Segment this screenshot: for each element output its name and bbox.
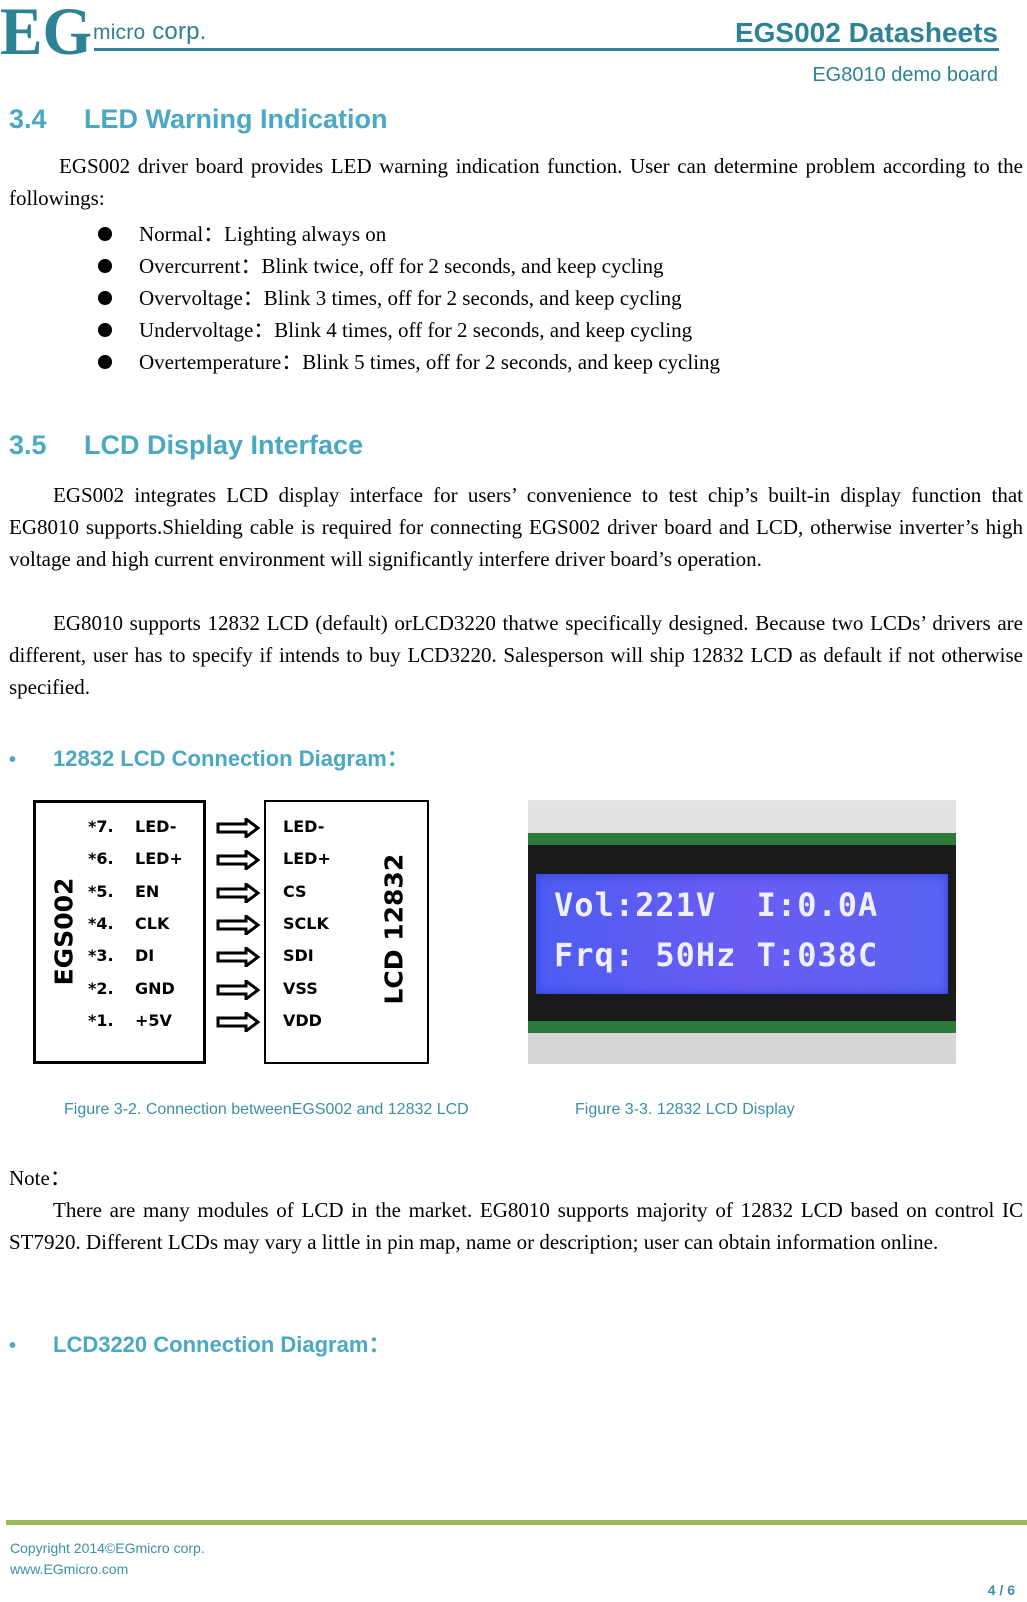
- arrow-right-icon: [216, 947, 260, 968]
- egs002-pin-row: *1. +5V: [88, 1011, 172, 1030]
- arrow-right-icon: [216, 850, 260, 871]
- lcd-display-photo: Vol:221V I:0.0A Frq: 50Hz T:038C: [528, 800, 956, 1064]
- egs002-label: EGS002: [49, 877, 79, 986]
- egs002-pin-row: *2. GND: [88, 979, 175, 998]
- page-number: 4 / 6: [987, 1582, 1015, 1598]
- pin-name: EN: [135, 881, 160, 901]
- section-number: 3.4: [9, 104, 47, 134]
- lcd-line-2: Frq: 50Hz T:038C: [554, 936, 879, 974]
- lcd-pin-name: CS: [283, 881, 307, 901]
- paragraph-text: EG8010 supports 12832 LCD (default) orLC…: [9, 611, 1023, 699]
- egs002-box: EGS002 *7. LED- *6. LED+ *5. EN *4. CLK *3. DI *2.…: [33, 800, 206, 1064]
- egs002-pin-row: *5. EN: [88, 882, 159, 901]
- section-3-5-heading: 3.5 LCD Display Interface: [9, 430, 363, 461]
- lcd-pin-name: VSS: [283, 978, 318, 998]
- list-item-text: Normal：Lighting always on: [139, 222, 387, 246]
- figure-3-3-caption: Figure 3-3. 12832 LCD Display: [575, 1101, 795, 1118]
- pin-number: *7.: [88, 817, 114, 836]
- paragraph-text: EGS002 integrates LCD display interface …: [9, 483, 1023, 571]
- pin-number: *5.: [88, 881, 114, 901]
- note-label: Note：: [9, 1166, 71, 1190]
- section-3-5-paragraph-1: EGS002 integrates LCD display interface …: [9, 479, 1023, 575]
- footer-copyright: Copyright 2014©EGmicro corp.: [10, 1540, 205, 1556]
- lcd12832-box: LED- LED+ CS SCLK SDI VSS VDD LCD 12832: [264, 800, 429, 1064]
- lcd-pin-name: LED+: [283, 849, 331, 869]
- list-item: Overtemperature：Blink 5 times, off for 2…: [96, 346, 720, 378]
- lcd12832-label: LCD 12832: [379, 853, 409, 1005]
- egs002-pin-row: *7. LED-: [88, 817, 176, 836]
- bullet-icon: [98, 227, 112, 241]
- egs002-pin-row: *4. CLK: [88, 914, 169, 933]
- pin-name: CLK: [135, 913, 170, 933]
- subheading-3220-diagram: • LCD3220 Connection Diagram：: [9, 1327, 390, 1359]
- arrow-right-icon: [216, 882, 260, 903]
- section-3-4-intro: EGS002 driver board provides LED warning…: [9, 150, 1023, 214]
- bullet-icon: [98, 355, 112, 369]
- pin-name: +5V: [135, 1010, 172, 1030]
- subheading-text: LCD3220 Connection Diagram：: [53, 1332, 391, 1357]
- list-item-text: Overcurrent：Blink twice, off for 2 secon…: [139, 254, 664, 278]
- led-warning-list: Normal：Lighting always on Overcurrent：Bl…: [96, 218, 720, 378]
- list-item-text: Overtemperature：Blink 5 times, off for 2…: [139, 350, 721, 374]
- list-item: Overcurrent：Blink twice, off for 2 secon…: [96, 250, 720, 282]
- list-item-text: Overvoltage：Blink 3 times, off for 2 sec…: [139, 286, 682, 310]
- section-3-5-paragraph-2: EG8010 supports 12832 LCD (default) orLC…: [9, 607, 1023, 703]
- pin-number: *4.: [88, 913, 114, 933]
- section-title: LED Warning Indication: [84, 104, 388, 134]
- footer-rule: [6, 1520, 1027, 1525]
- bullet-icon: [98, 323, 112, 337]
- pin-number: *3.: [88, 946, 114, 966]
- pin-number: *6.: [88, 849, 114, 869]
- arrow-right-icon: [216, 979, 260, 1000]
- egs002-pin-row: *3. DI: [88, 946, 154, 965]
- company-micro: micro: [93, 21, 146, 44]
- pin-name: GND: [135, 978, 175, 998]
- list-item: Overvoltage：Blink 3 times, off for 2 sec…: [96, 282, 720, 314]
- list-item: Undervoltage：Blink 4 times, off for 2 se…: [96, 314, 720, 346]
- list-item: Normal：Lighting always on: [96, 218, 720, 250]
- egs002-pin-row: *6. LED+: [88, 849, 183, 868]
- intro-text: EGS002 driver board provides LED warning…: [9, 154, 1023, 210]
- note-text: There are many modules of LCD in the mar…: [9, 1198, 1023, 1254]
- subheading-text: 12832 LCD Connection Diagram：: [53, 746, 409, 771]
- section-3-4-heading: 3.4 LED Warning Indication: [9, 104, 388, 135]
- lcd-screen: Vol:221V I:0.0A Frq: 50Hz T:038C: [536, 874, 948, 994]
- bullet-icon: [98, 291, 112, 305]
- pin-number: *2.: [88, 978, 114, 998]
- lcd-line-1: Vol:221V I:0.0A: [554, 886, 879, 924]
- arrow-right-icon: [216, 914, 260, 935]
- lcd-pin-name: SCLK: [283, 913, 329, 933]
- company-corp: corp.: [145, 18, 207, 45]
- pin-number: *1.: [88, 1010, 114, 1030]
- pin-name: LED+: [135, 849, 183, 869]
- document-subtitle: EG8010 demo board: [812, 64, 998, 86]
- pin-name: DI: [135, 946, 155, 966]
- logo-letters: EG: [0, 0, 92, 58]
- note-paragraph: There are many modules of LCD in the mar…: [9, 1194, 1023, 1258]
- lcd-pin-name: LED-: [283, 817, 325, 836]
- arrow-right-icon: [216, 818, 260, 838]
- arrow-right-icon: [216, 1011, 260, 1032]
- egmicro-logo: EG: [0, 0, 92, 58]
- bullet-icon: [98, 259, 112, 273]
- section-title: LCD Display Interface: [84, 430, 364, 460]
- company-name: micro corp.: [93, 18, 207, 46]
- list-item-text: Undervoltage：Blink 4 times, off for 2 se…: [139, 318, 693, 342]
- lcd-pin-name: VDD: [283, 1010, 322, 1030]
- document-title: EGS002 Datasheets: [734, 17, 998, 48]
- bullet-icon: •: [9, 1335, 17, 1357]
- footer-website[interactable]: www.EGmicro.com: [10, 1561, 128, 1577]
- section-number: 3.5: [9, 430, 47, 460]
- lcd-pin-name: SDI: [283, 946, 314, 966]
- subheading-12832-diagram: • 12832 LCD Connection Diagram：: [9, 741, 409, 773]
- pin-name: LED-: [135, 817, 177, 836]
- figure-3-2-caption: Figure 3-2. Connection betweenEGS002 and…: [64, 1101, 469, 1118]
- bullet-icon: •: [9, 749, 17, 771]
